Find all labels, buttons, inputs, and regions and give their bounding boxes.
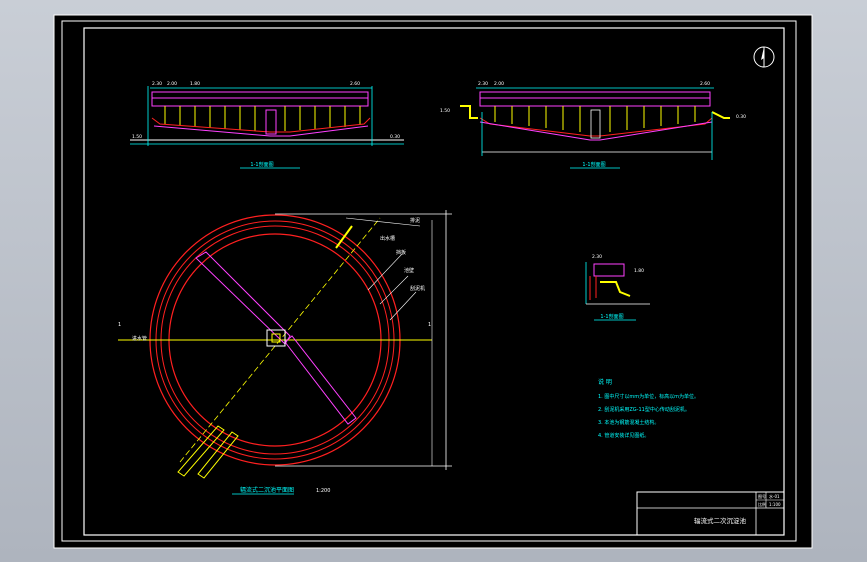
level-tag: 1.80	[190, 81, 200, 87]
callout-label: 刮泥机	[410, 285, 425, 292]
callout-label: 池壁	[404, 267, 414, 274]
section-left-label: 1-1剖面图	[250, 161, 273, 168]
drawing-title: 辐流式二次沉淀池	[694, 516, 747, 525]
drawing-sheet	[53, 14, 813, 549]
callout-label: 挡板	[396, 249, 406, 256]
plan-scale: 1:200	[316, 488, 330, 494]
section-mark-b: 1	[428, 322, 431, 328]
note-item: 1. 图中尺寸以mm为单位，标高以m为单位。	[598, 393, 699, 400]
callout-label: 排泥	[410, 217, 420, 224]
note-item: 2. 刮泥机采用ZG-11型中心传动刮泥机。	[598, 406, 690, 413]
cad-drawing-canvas: 2.30 2.00 1.80 2.60 1.50 0.30 1-1剖面图 2.3…	[53, 14, 813, 549]
notes-heading: 说 明	[598, 378, 612, 386]
callout-label: 进水管	[132, 335, 147, 342]
callout-label: 出水槽	[380, 235, 395, 242]
note-item: 3. 本池为钢筋混凝土结构。	[598, 419, 659, 426]
level-tag: 2.00	[167, 81, 177, 87]
note-item: 4. 管道安装详见图纸。	[598, 432, 649, 439]
level-tag: 1.80	[634, 268, 644, 274]
level-tag: 2.30	[592, 254, 602, 260]
level-tag: 2.30	[152, 81, 162, 87]
level-tag: 2.60	[350, 81, 360, 87]
level-tag: 0.30	[390, 134, 400, 140]
level-tag: 2.30	[478, 81, 488, 87]
level-tag: 2.00	[494, 81, 504, 87]
level-tag: 1.50	[132, 134, 142, 140]
title-block-value: 水-01	[769, 493, 780, 499]
title-block-value: 1:100	[769, 502, 781, 507]
section-right-label: 1-1剖面图	[582, 161, 605, 168]
detail-label: 1-1剖面图	[600, 313, 623, 320]
section-mark-a: 1	[118, 322, 121, 328]
level-tag: 0.30	[736, 114, 746, 120]
level-tag: 2.60	[700, 81, 710, 87]
plan-label: 辐流式二沉池平面图	[240, 486, 294, 494]
title-block-label: 图号	[758, 493, 766, 499]
level-tag: 1.50	[440, 108, 450, 114]
title-block-label: 比例	[758, 501, 766, 507]
